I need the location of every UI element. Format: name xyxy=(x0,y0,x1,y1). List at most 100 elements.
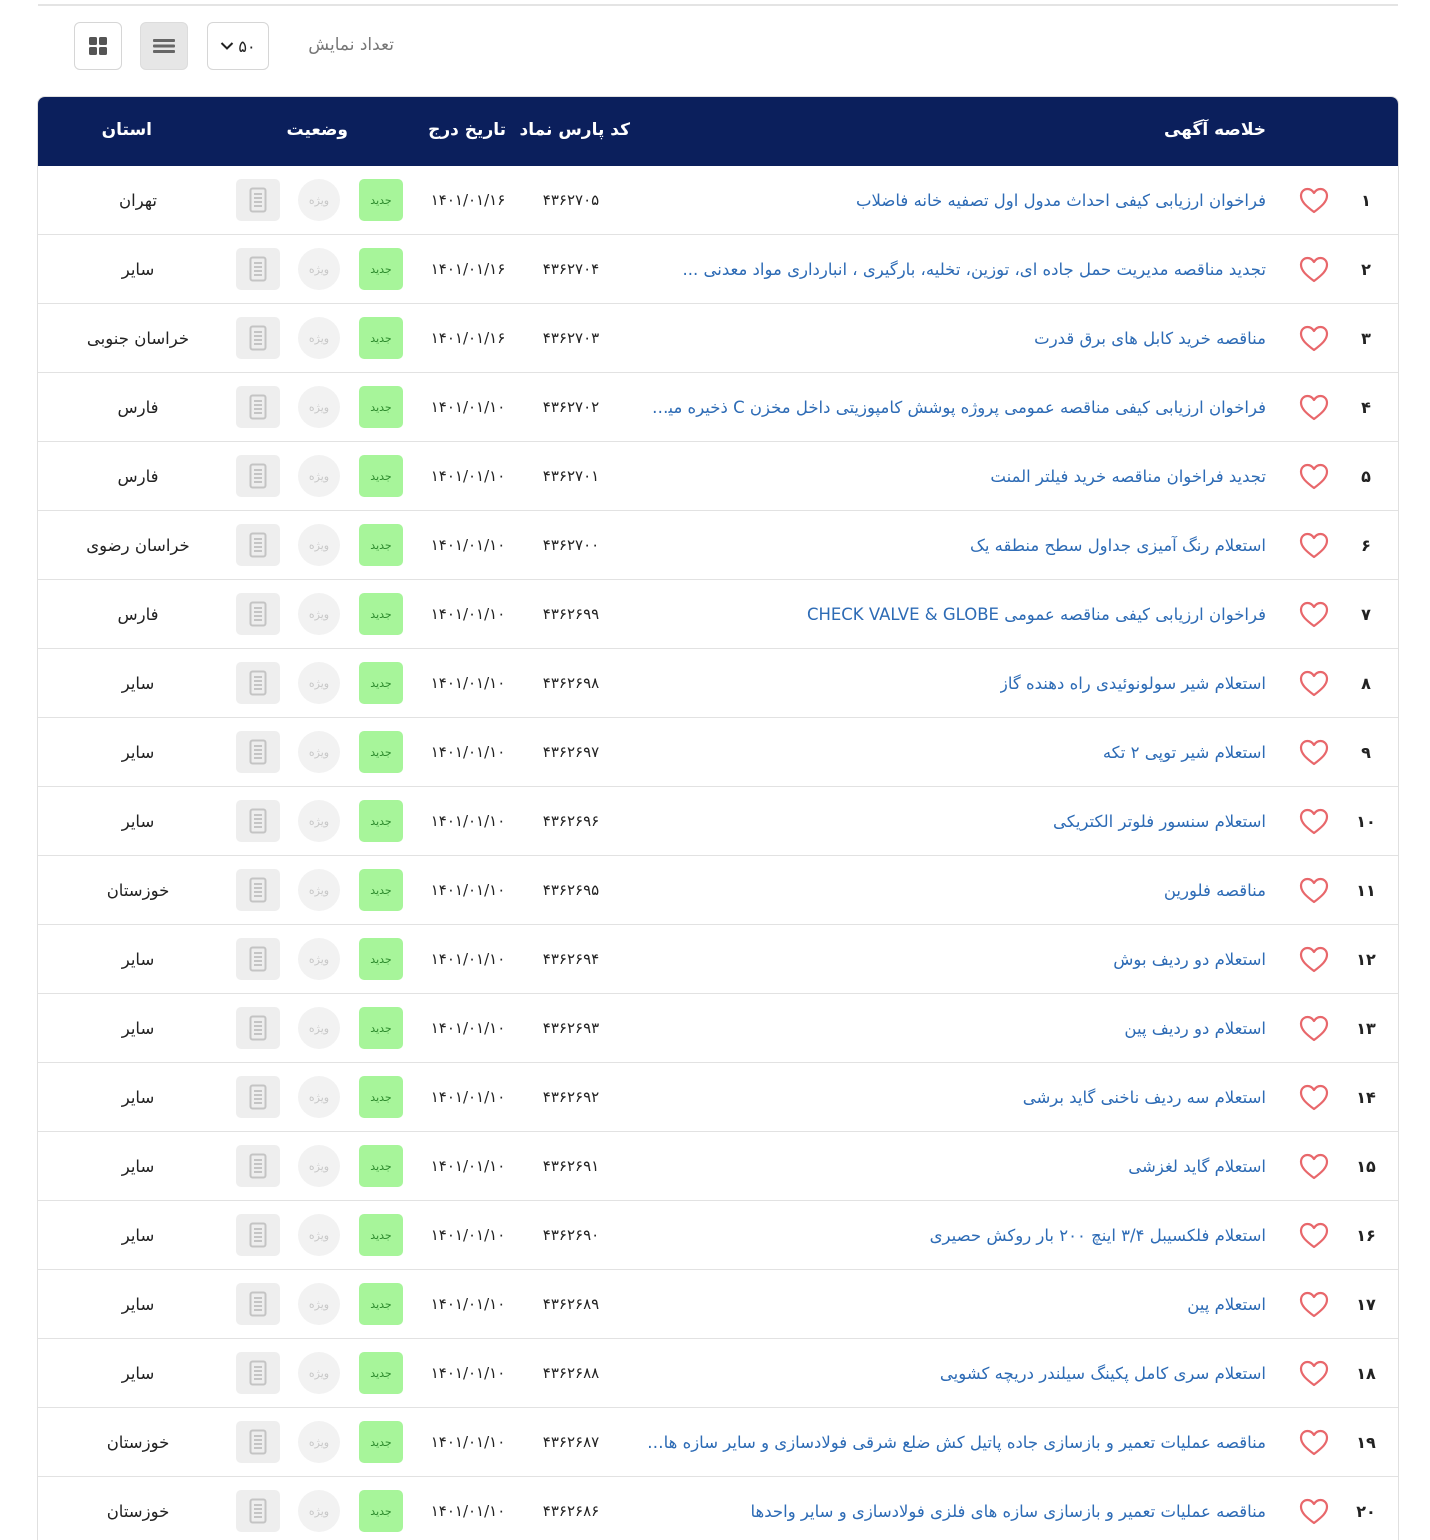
tender-title-link[interactable]: تجدید مناقصه مدیریت حمل جاده ای، توزین، … xyxy=(646,235,1266,303)
tender-title-link[interactable]: مناقصه عملیات تعمیر و بازسازی سازه های ف… xyxy=(646,1477,1266,1540)
favorite-button[interactable] xyxy=(1296,1132,1332,1200)
insert-date: ۱۴۰۱/۰۱/۱۰ xyxy=(430,1364,506,1382)
document-button[interactable] xyxy=(236,994,280,1062)
document-button[interactable] xyxy=(236,718,280,786)
table-row: ۱۵ استعلام گاید لغزشی ۴۳۶۲۶۹۱ ۱۴۰۱/۰۱/۱۰… xyxy=(38,1132,1398,1201)
parsnamad-code: ۴۳۶۲۶۹۸ xyxy=(542,674,600,692)
document-button[interactable] xyxy=(236,649,280,717)
tender-title-link[interactable]: استعلام دو ردیف پین xyxy=(646,994,1266,1062)
document-icon xyxy=(249,1429,267,1455)
favorite-button[interactable] xyxy=(1296,304,1332,372)
favorite-button[interactable] xyxy=(1296,442,1332,510)
favorite-button[interactable] xyxy=(1296,925,1332,993)
page-size-select[interactable]: ۵۰ xyxy=(207,22,269,70)
grid-view-button[interactable] xyxy=(74,22,122,70)
table-row: ۳ مناقصه خرید کابل های برق قدرت ۴۳۶۲۷۰۳ … xyxy=(38,304,1398,373)
document-button[interactable] xyxy=(236,925,280,993)
parsnamad-code: ۴۳۶۲۶۹۹ xyxy=(542,605,600,623)
tender-title-link[interactable]: فراخوان ارزیابی کیفی مناقصه عمومی CHECK … xyxy=(646,580,1266,648)
favorite-button[interactable] xyxy=(1296,1339,1332,1407)
document-button[interactable] xyxy=(236,580,280,648)
favorite-button[interactable] xyxy=(1296,580,1332,648)
parsnamad-code: ۴۳۶۲۷۰۵ xyxy=(542,191,600,209)
status-badge-vip: ویژه xyxy=(297,235,341,303)
document-button[interactable] xyxy=(236,1339,280,1407)
province: تهران xyxy=(119,190,158,210)
province: سایر xyxy=(121,742,155,762)
tender-title-link[interactable]: فراخوان ارزیابی کیفی احداث مدول اول تصفی… xyxy=(646,166,1266,234)
document-button[interactable] xyxy=(236,235,280,303)
status-badge-vip: ویژه xyxy=(297,166,341,234)
table-row: ۱ فراخوان ارزیابی کیفی احداث مدول اول تص… xyxy=(38,166,1398,235)
status-badge-vip: ویژه xyxy=(297,925,341,993)
heart-icon xyxy=(1299,325,1329,351)
document-icon xyxy=(249,877,267,903)
list-view-button[interactable] xyxy=(140,22,188,70)
favorite-button[interactable] xyxy=(1296,1408,1332,1476)
tender-title-link[interactable]: مناقصه عملیات تعمیر و بازسازی جاده پاتیل… xyxy=(646,1408,1266,1476)
status-badge-new: جدید xyxy=(358,235,404,303)
header-summary: خلاصه آگهی xyxy=(1164,120,1266,140)
favorite-button[interactable] xyxy=(1296,718,1332,786)
document-button[interactable] xyxy=(236,1408,280,1476)
document-button[interactable] xyxy=(236,1477,280,1540)
document-button[interactable] xyxy=(236,1201,280,1269)
document-icon xyxy=(249,808,267,834)
province: خوزستان xyxy=(106,1501,170,1521)
favorite-button[interactable] xyxy=(1296,166,1332,234)
document-button[interactable] xyxy=(236,373,280,441)
tender-title-link[interactable]: استعلام پین xyxy=(646,1270,1266,1338)
tender-title-link[interactable]: استعلام شیر سولونوئیدی راه دهنده گاز xyxy=(646,649,1266,717)
status-badge-new: جدید xyxy=(358,994,404,1062)
tender-title-link[interactable]: استعلام سری کامل پکینگ سیلندر دریچه کشوی… xyxy=(646,1339,1266,1407)
display-count-label: تعداد نمایش xyxy=(308,35,394,55)
tender-title-link[interactable]: فراخوان ارزیابی کیفی مناقصه عمومی پروژه … xyxy=(646,373,1266,441)
favorite-button[interactable] xyxy=(1296,1201,1332,1269)
insert-date: ۱۴۰۱/۰۱/۱۶ xyxy=(430,260,506,278)
row-number: ۱۲ xyxy=(1356,949,1376,969)
favorite-button[interactable] xyxy=(1296,1477,1332,1540)
row-number: ۱۰ xyxy=(1356,811,1376,831)
tender-title-link[interactable]: استعلام شیر توپی ۲ تکه xyxy=(646,718,1266,786)
insert-date: ۱۴۰۱/۰۱/۱۰ xyxy=(430,1295,506,1313)
document-button[interactable] xyxy=(236,1270,280,1338)
document-button[interactable] xyxy=(236,787,280,855)
table-header: خلاصه آگهی کد پارس نماد تاریخ درج وضعیت … xyxy=(38,97,1398,166)
status-badge-new: جدید xyxy=(358,166,404,234)
tender-title-link[interactable]: استعلام گاید لغزشی xyxy=(646,1132,1266,1200)
tender-title-link[interactable]: مناقصه فلورین xyxy=(646,856,1266,924)
status-badge-new: جدید xyxy=(358,1132,404,1200)
parsnamad-code: ۴۳۶۲۷۰۳ xyxy=(542,329,600,347)
document-button[interactable] xyxy=(236,442,280,510)
favorite-button[interactable] xyxy=(1296,235,1332,303)
status-badge-vip: ویژه xyxy=(297,580,341,648)
document-button[interactable] xyxy=(236,304,280,372)
document-button[interactable] xyxy=(236,166,280,234)
document-button[interactable] xyxy=(236,1063,280,1131)
favorite-button[interactable] xyxy=(1296,1270,1332,1338)
tender-title-link[interactable]: تجدید فراخوان مناقصه خرید فیلتر المنت xyxy=(646,442,1266,510)
tender-title-link[interactable]: استعلام دو ردیف بوش xyxy=(646,925,1266,993)
favorite-button[interactable] xyxy=(1296,1063,1332,1131)
tender-title-link[interactable]: استعلام سه ردیف ناخنی گاید برشی xyxy=(646,1063,1266,1131)
status-badge-vip: ویژه xyxy=(297,1408,341,1476)
document-button[interactable] xyxy=(236,856,280,924)
tender-title-link[interactable]: استعلام فلکسیبل ۳/۴ اینچ ۲۰۰ بار روکش حص… xyxy=(646,1201,1266,1269)
favorite-button[interactable] xyxy=(1296,511,1332,579)
favorite-button[interactable] xyxy=(1296,994,1332,1062)
favorite-button[interactable] xyxy=(1296,373,1332,441)
status-badge-vip: ویژه xyxy=(297,649,341,717)
status-badge-vip: ویژه xyxy=(297,442,341,510)
heart-icon xyxy=(1299,1429,1329,1455)
favorite-button[interactable] xyxy=(1296,787,1332,855)
tender-title-link[interactable]: مناقصه خرید کابل های برق قدرت xyxy=(646,304,1266,372)
table-row: ۲ تجدید مناقصه مدیریت حمل جاده ای، توزین… xyxy=(38,235,1398,304)
status-badge-vip: ویژه xyxy=(297,787,341,855)
province: سایر xyxy=(121,1225,155,1245)
favorite-button[interactable] xyxy=(1296,856,1332,924)
tender-title-link[interactable]: استعلام رنگ آمیزی جداول سطح منطقه یک xyxy=(646,511,1266,579)
tender-title-link[interactable]: استعلام سنسور فلوتر الکتریکی xyxy=(646,787,1266,855)
document-button[interactable] xyxy=(236,1132,280,1200)
document-button[interactable] xyxy=(236,511,280,579)
favorite-button[interactable] xyxy=(1296,649,1332,717)
